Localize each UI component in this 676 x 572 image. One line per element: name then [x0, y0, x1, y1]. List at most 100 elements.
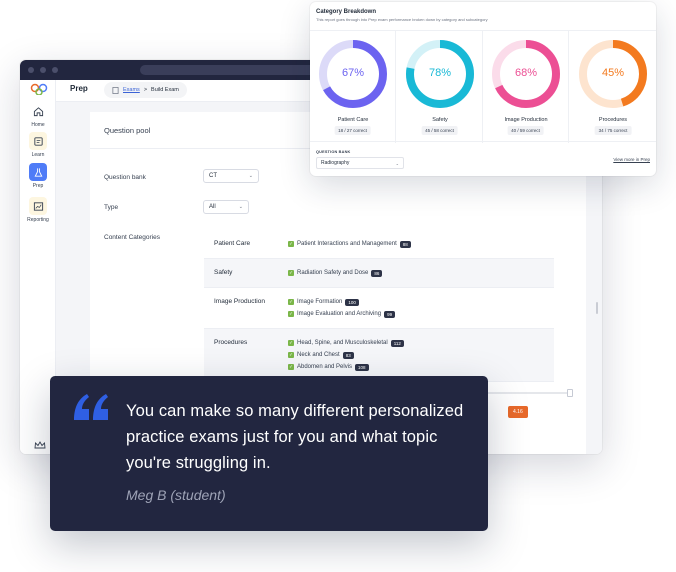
- category-row-procedures: Procedures ✓ Head, Spine, and Musculoske…: [204, 329, 554, 382]
- subcategory-label: Patient Interactions and Management: [297, 241, 397, 247]
- question-bank-value: Radiography: [321, 160, 350, 166]
- checkbox-checked-icon: ✓: [288, 270, 294, 276]
- subcategory-label: Image Evaluation and Archiving: [297, 311, 382, 317]
- checkbox-checked-icon: ✓: [288, 241, 294, 247]
- ring-name: Patient Care: [337, 117, 369, 123]
- ring-cell-safety: 78% Safety 45 / 58 correct: [397, 31, 483, 143]
- category-row-patient-care: Patient Care ✓ Patient Interactions and …: [204, 230, 554, 259]
- view-more-link[interactable]: View more in Prep: [613, 157, 650, 162]
- ring-count: 34 / 75 correct: [594, 126, 632, 135]
- chevron-down-icon: ⌄: [395, 160, 399, 166]
- sidebar-item-prep[interactable]: Prep: [20, 163, 56, 189]
- count-badge: 99: [384, 310, 396, 318]
- ring-name: Procedures: [598, 117, 628, 123]
- checkbox-checked-icon: ✓: [288, 352, 294, 358]
- subcategory-item[interactable]: ✓ Image Formation 100: [288, 296, 554, 308]
- sidebar-item-learn[interactable]: Learn: [20, 132, 56, 158]
- ring-name: Image Production: [504, 117, 548, 123]
- category-name: Safety: [214, 269, 233, 276]
- subcategory-item[interactable]: ✓ Head, Spine, and Musculoskeletal 112: [288, 337, 554, 349]
- subcategory-item[interactable]: ✓ Image Evaluation and Archiving 99: [288, 308, 554, 320]
- breadcrumb-current: Build Exam: [151, 87, 179, 93]
- window-dot-icon: [40, 67, 46, 73]
- ring-cell-image-production: 68% Image Production 40 / 59 correct: [483, 31, 569, 143]
- category-row-image-production: Image Production ✓ Image Formation 100 ✓…: [204, 288, 554, 329]
- breadcrumb: Exams > Build Exam: [104, 82, 187, 98]
- category-row-safety: Safety ✓ Radiation Safety and Dose 86: [204, 259, 554, 288]
- question-bank-select[interactable]: Radiography ⌄: [316, 157, 404, 169]
- panel-title: Question pool: [104, 126, 151, 135]
- ring-count: 45 / 58 correct: [421, 126, 458, 135]
- question-bank-label: Question bank: [104, 174, 146, 181]
- checkbox-checked-icon: ✓: [288, 311, 294, 317]
- subcategory-label: Image Formation: [297, 299, 343, 305]
- ring-cell-patient-care: 67% Patient Care 18 / 27 correct: [310, 31, 396, 143]
- sidebar-item-home[interactable]: Home: [20, 102, 56, 128]
- document-icon: [112, 86, 119, 94]
- sidebar-label: Learn: [31, 152, 45, 158]
- type-value: All: [209, 204, 216, 210]
- question-bank-select[interactable]: CT ⌄: [203, 169, 259, 183]
- checkbox-checked-icon: ✓: [288, 340, 294, 346]
- count-badge: 83: [342, 351, 354, 359]
- quote-glyph-right: [93, 394, 108, 420]
- card-title: Category Breakdown: [316, 9, 377, 15]
- count-badge: 100: [345, 298, 359, 306]
- sidebar-label: Reporting: [27, 217, 49, 223]
- category-name: Patient Care: [214, 240, 251, 247]
- checkbox-checked-icon: ✓: [288, 299, 294, 305]
- testimonial-author: Meg B (student): [126, 487, 226, 503]
- chart-icon: [29, 197, 47, 215]
- ring-percent: 78%: [428, 67, 452, 79]
- question-bank-label: QUESTION BANK: [316, 150, 351, 154]
- chevron-down-icon: ⌄: [238, 204, 243, 210]
- checkbox-checked-icon: ✓: [288, 364, 294, 370]
- sidebar-label: Prep: [32, 183, 44, 189]
- subcategory-item[interactable]: ✓ Neck and Chest 83: [288, 349, 554, 361]
- home-icon: [29, 102, 47, 120]
- sidebar-item-reporting[interactable]: Reporting: [20, 197, 56, 223]
- count-badge: 86: [371, 269, 383, 277]
- subcategory-item[interactable]: ✓ Patient Interactions and Management 88: [288, 238, 554, 250]
- window-dot-icon: [52, 67, 58, 73]
- slider-handle[interactable]: [567, 389, 573, 397]
- type-label: Type: [104, 204, 119, 211]
- chevron-down-icon: ⌄: [248, 173, 253, 179]
- category-name: Procedures: [214, 339, 248, 346]
- ring-chart-grid: 67% Patient Care 18 / 27 correct 78% Saf…: [310, 30, 656, 143]
- type-select[interactable]: All ⌄: [203, 200, 249, 214]
- ring-count: 40 / 59 correct: [507, 126, 544, 135]
- subcategory-item[interactable]: ✓ Abdomen and Pelvis 108: [288, 361, 554, 373]
- window-dot-icon: [28, 67, 34, 73]
- ring-percent: 67%: [341, 67, 365, 79]
- count-badge: 112: [390, 339, 404, 347]
- logo-icon: [30, 83, 48, 95]
- ring-cell-procedures: 45% Procedures 34 / 75 correct: [570, 31, 656, 143]
- subcategory-label: Head, Spine, and Musculoskeletal: [297, 340, 388, 346]
- subcategory-label: Neck and Chest: [297, 352, 340, 358]
- subcategory-item[interactable]: ✓ Radiation Safety and Dose 86: [288, 267, 554, 279]
- scrollbar[interactable]: [596, 302, 598, 314]
- crown-icon[interactable]: [34, 440, 46, 450]
- quote-icon: [74, 394, 108, 420]
- flask-icon: [29, 163, 47, 181]
- ring-name: Safety: [432, 117, 448, 123]
- testimonial-card: You can make so many different personali…: [50, 376, 488, 531]
- content-categories-label: Content Categories: [104, 234, 161, 241]
- subcategory-label: Abdomen and Pelvis: [297, 364, 353, 370]
- breadcrumb-separator: >: [143, 87, 148, 93]
- category-breakdown-card: Category Breakdown This report goes thro…: [310, 2, 656, 176]
- count-badge: 88: [399, 240, 411, 248]
- category-name: Image Production: [214, 298, 265, 305]
- testimonial-quote: You can make so many different personali…: [126, 402, 464, 472]
- categories-table: Patient Care ✓ Patient Interactions and …: [204, 230, 554, 382]
- quote-glyph-left: [74, 394, 89, 420]
- breadcrumb-link-exams[interactable]: Exams: [123, 87, 140, 93]
- ring-count: 18 / 27 correct: [334, 126, 371, 135]
- page-title: Prep: [70, 84, 88, 93]
- status-badge: 4.16: [508, 406, 528, 418]
- subcategory-label: Radiation Safety and Dose: [297, 270, 369, 276]
- question-bank-value: CT: [209, 173, 217, 179]
- count-badge: 108: [355, 363, 369, 371]
- ring-percent: 45%: [601, 67, 625, 79]
